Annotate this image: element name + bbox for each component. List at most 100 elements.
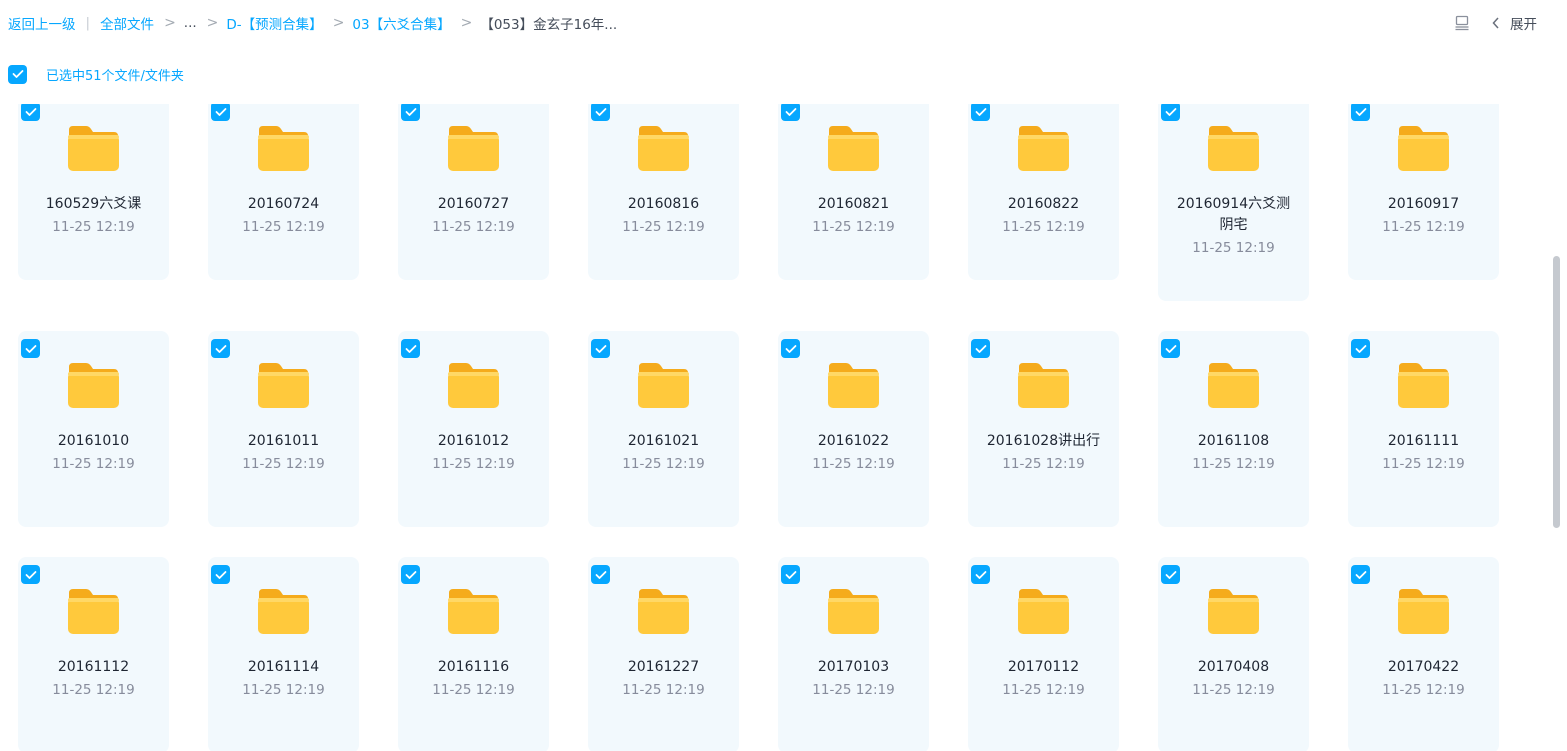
folder-name[interactable]: 20160821 11-25 12:19 bbox=[784, 194, 923, 236]
folder-name[interactable]: 20161022 11-25 12:19 bbox=[784, 431, 923, 473]
item-checkbox[interactable] bbox=[781, 339, 800, 358]
folder-card[interactable]: 20160914六爻测阴宅 11-25 12:19 bbox=[1158, 104, 1309, 301]
folder-name[interactable]: 20170422 11-25 12:19 bbox=[1354, 657, 1493, 699]
item-checkbox[interactable] bbox=[21, 339, 40, 358]
folder-card[interactable]: 20170408 11-25 12:19 bbox=[1158, 557, 1309, 751]
item-checkbox[interactable] bbox=[971, 339, 990, 358]
back-link[interactable]: 返回上一级 bbox=[8, 13, 76, 33]
item-checkbox[interactable] bbox=[1351, 339, 1370, 358]
folder-name[interactable]: 20161114 11-25 12:19 bbox=[214, 657, 353, 699]
item-checkbox[interactable] bbox=[211, 339, 230, 358]
folder-card[interactable]: 20170112 11-25 12:19 bbox=[968, 557, 1119, 751]
folder-card[interactable]: 160529六爻课 11-25 12:19 bbox=[18, 104, 169, 280]
folder-card[interactable]: 20161108 11-25 12:19 bbox=[1158, 331, 1309, 527]
folder-card[interactable]: 20161011 11-25 12:19 bbox=[208, 331, 359, 527]
folder-name[interactable]: 20161108 11-25 12:19 bbox=[1164, 431, 1303, 473]
folder-card[interactable]: 20161012 11-25 12:19 bbox=[398, 331, 549, 527]
folder-card[interactable]: 20170422 11-25 12:19 bbox=[1348, 557, 1499, 751]
breadcrumb-level-2[interactable]: 03【六爻合集】 bbox=[352, 13, 450, 33]
folder-card[interactable]: 20161227 11-25 12:19 bbox=[588, 557, 739, 751]
breadcrumb-level-1[interactable]: D-【预测合集】 bbox=[226, 13, 322, 33]
folder-name-text: 20160822 bbox=[1007, 196, 1080, 212]
item-checkbox[interactable] bbox=[591, 104, 610, 121]
expand-button[interactable]: 展开 bbox=[1492, 13, 1537, 33]
folder-card[interactable]: 20160821 11-25 12:19 bbox=[778, 104, 929, 280]
item-checkbox[interactable] bbox=[1161, 339, 1180, 358]
folder-name[interactable]: 20161028讲出行 11-25 12:19 bbox=[974, 431, 1113, 473]
folder-card[interactable]: 20160917 11-25 12:19 bbox=[1348, 104, 1499, 280]
folder-name[interactable]: 20161011 11-25 12:19 bbox=[214, 431, 353, 473]
folder-name[interactable]: 160529六爻课 11-25 12:19 bbox=[24, 194, 163, 236]
folder-name[interactable]: 20160917 11-25 12:19 bbox=[1354, 194, 1493, 236]
folder-card[interactable]: 20161021 11-25 12:19 bbox=[588, 331, 739, 527]
item-checkbox[interactable] bbox=[781, 565, 800, 584]
folder-card[interactable]: 20170103 11-25 12:19 bbox=[778, 557, 929, 751]
folder-card[interactable]: 20161022 11-25 12:19 bbox=[778, 331, 929, 527]
breadcrumb-all-files[interactable]: 全部文件 bbox=[100, 13, 154, 33]
item-checkbox[interactable] bbox=[21, 104, 40, 121]
folder-card[interactable]: 20161010 11-25 12:19 bbox=[18, 331, 169, 527]
folder-name[interactable]: 20170408 11-25 12:19 bbox=[1164, 657, 1303, 699]
folder-icon bbox=[826, 587, 880, 635]
view-mode-icon[interactable] bbox=[1454, 15, 1470, 31]
folder-name[interactable]: 20170112 11-25 12:19 bbox=[974, 657, 1113, 699]
folder-card[interactable]: 20160816 11-25 12:19 bbox=[588, 104, 739, 280]
folder-name-text: 20160917 bbox=[1387, 196, 1460, 212]
folder-name-text: 20161108 bbox=[1197, 433, 1270, 449]
folder-name[interactable]: 20161111 11-25 12:19 bbox=[1354, 431, 1493, 473]
item-checkbox[interactable] bbox=[1351, 565, 1370, 584]
folder-icon bbox=[66, 361, 120, 409]
item-checkbox[interactable] bbox=[591, 565, 610, 584]
folder-name[interactable]: 20161012 11-25 12:19 bbox=[404, 431, 543, 473]
select-all-checkbox[interactable] bbox=[8, 64, 27, 84]
file-grid: 160529六爻课 11-25 12:19 20160724 11-25 12:19 2… bbox=[0, 104, 1540, 751]
folder-name[interactable]: 20160822 11-25 12:19 bbox=[974, 194, 1113, 236]
folder-card[interactable]: 20161112 11-25 12:19 bbox=[18, 557, 169, 751]
folder-name[interactable]: 20161021 11-25 12:19 bbox=[594, 431, 733, 473]
item-checkbox[interactable] bbox=[591, 339, 610, 358]
item-checkbox[interactable] bbox=[211, 104, 230, 121]
folder-name[interactable]: 20160724 11-25 12:19 bbox=[214, 194, 353, 236]
folder-card[interactable]: 20160727 11-25 12:19 bbox=[398, 104, 549, 280]
folder-name-text: 20160821 bbox=[817, 196, 890, 212]
folder-name-text: 20161021 bbox=[627, 433, 700, 449]
folder-name-text: 20161111 bbox=[1387, 433, 1460, 449]
folder-date: 11-25 12:19 bbox=[1192, 682, 1275, 698]
folder-name[interactable]: 20161227 11-25 12:19 bbox=[594, 657, 733, 699]
item-checkbox[interactable] bbox=[401, 104, 420, 121]
item-checkbox[interactable] bbox=[21, 565, 40, 584]
folder-icon bbox=[826, 124, 880, 172]
folder-date: 11-25 12:19 bbox=[1002, 682, 1085, 698]
folder-card[interactable]: 20161114 11-25 12:19 bbox=[208, 557, 359, 751]
item-checkbox[interactable] bbox=[401, 565, 420, 584]
item-checkbox[interactable] bbox=[971, 565, 990, 584]
folder-card[interactable]: 20161116 11-25 12:19 bbox=[398, 557, 549, 751]
folder-name-text: 20161116 bbox=[437, 659, 510, 675]
folder-name[interactable]: 20161112 11-25 12:19 bbox=[24, 657, 163, 699]
folder-card[interactable]: 20161111 11-25 12:19 bbox=[1348, 331, 1499, 527]
folder-name[interactable]: 20160727 11-25 12:19 bbox=[404, 194, 543, 236]
folder-name[interactable]: 20170103 11-25 12:19 bbox=[784, 657, 923, 699]
folder-name-text: 20170408 bbox=[1197, 659, 1270, 675]
folder-date: 11-25 12:19 bbox=[242, 682, 325, 698]
item-checkbox[interactable] bbox=[1161, 104, 1180, 121]
breadcrumb: 返回上一级 | 全部文件 > ... > D-【预测合集】 > 03【六爻合集】… bbox=[8, 12, 617, 34]
item-checkbox[interactable] bbox=[211, 565, 230, 584]
folder-card[interactable]: 20160822 11-25 12:19 bbox=[968, 104, 1119, 280]
item-checkbox[interactable] bbox=[1161, 565, 1180, 584]
item-checkbox[interactable] bbox=[781, 104, 800, 121]
folder-name[interactable]: 20160816 11-25 12:19 bbox=[594, 194, 733, 236]
folder-card[interactable]: 20161028讲出行 11-25 12:19 bbox=[968, 331, 1119, 527]
folder-card[interactable]: 20160724 11-25 12:19 bbox=[208, 104, 359, 280]
folder-name[interactable]: 20160914六爻测阴宅 11-25 12:19 bbox=[1164, 194, 1303, 257]
folder-name[interactable]: 20161010 11-25 12:19 bbox=[24, 431, 163, 473]
folder-icon bbox=[256, 124, 310, 172]
item-checkbox[interactable] bbox=[401, 339, 420, 358]
scrollbar-thumb[interactable] bbox=[1553, 256, 1560, 528]
folder-name[interactable]: 20161116 11-25 12:19 bbox=[404, 657, 543, 699]
folder-icon bbox=[1016, 124, 1070, 172]
item-checkbox[interactable] bbox=[1351, 104, 1370, 121]
breadcrumb-ellipsis[interactable]: ... bbox=[184, 15, 197, 31]
item-checkbox[interactable] bbox=[971, 104, 990, 121]
breadcrumb-separator: > bbox=[460, 15, 473, 31]
